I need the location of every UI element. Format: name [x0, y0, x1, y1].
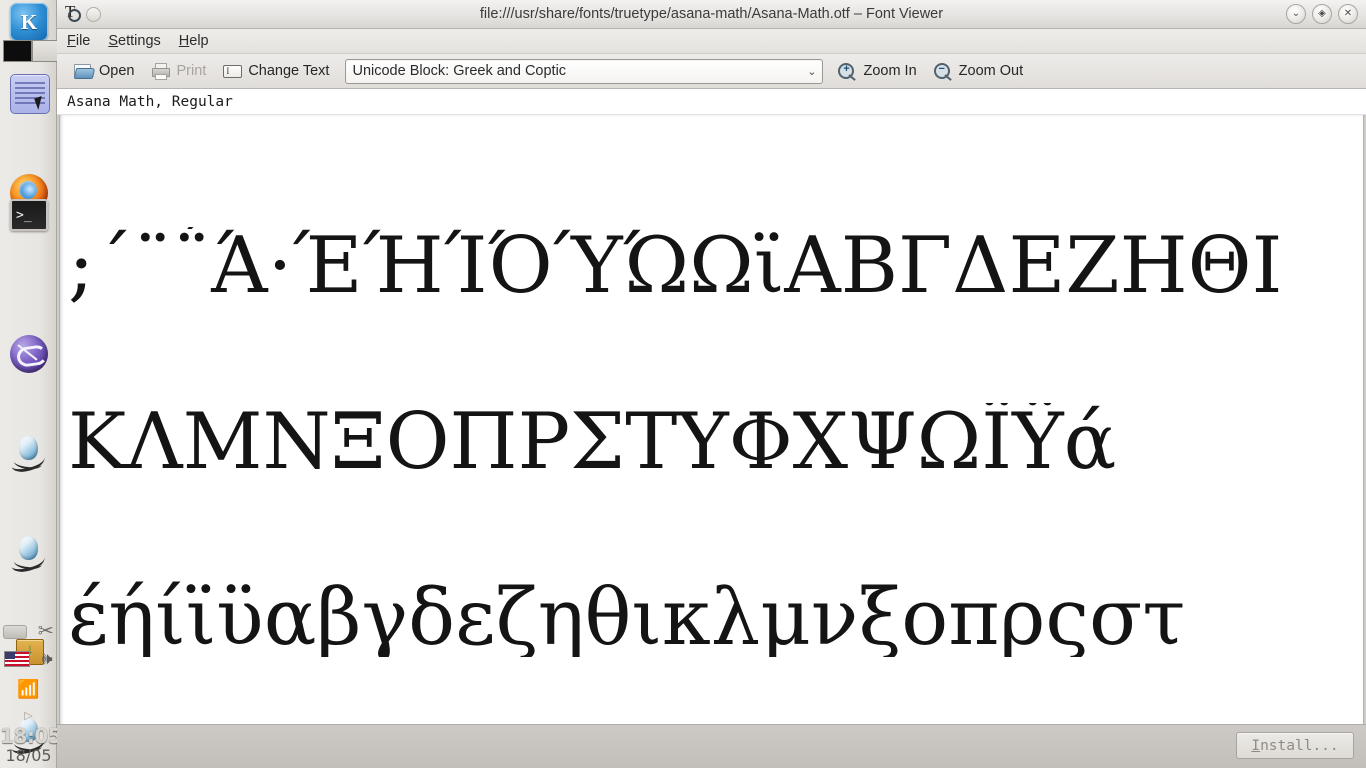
minimize-button[interactable]: ⌄ — [1286, 4, 1306, 24]
menu-settings-rest: ettings — [118, 33, 161, 49]
tray-expand-row[interactable]: ▷ — [0, 706, 57, 724]
menu-file[interactable]: File — [67, 33, 90, 49]
pager-desktop-1[interactable] — [3, 40, 32, 62]
install-button-mnemonic: I — [1251, 737, 1261, 754]
print-button-label: Print — [176, 63, 207, 79]
kde-dock-panel[interactable]: K >_ T — [0, 0, 62, 768]
qt-designer-icon[interactable] — [9, 534, 48, 574]
menubar[interactable]: File Settings Help — [57, 29, 1366, 54]
toolbar[interactable]: Open Print I Change Text Unicode Block: … — [57, 54, 1366, 89]
emacs-icon[interactable] — [10, 335, 48, 373]
wifi-icon[interactable]: 📶 — [17, 680, 39, 698]
expand-tray-icon[interactable]: ▷ — [24, 710, 32, 722]
change-text-button-label: Change Text — [248, 63, 330, 79]
qt-assistant-icon[interactable] — [9, 434, 48, 474]
window-controls[interactable]: ⌄ ◈ ✕ — [1286, 4, 1358, 24]
terminal-icon[interactable]: >_ — [10, 199, 48, 231]
printer-icon — [150, 62, 171, 80]
tray-input-row[interactable]: 🕪 — [0, 650, 57, 668]
change-text-button[interactable]: I Change Text — [214, 60, 337, 82]
text-field-icon: I — [222, 62, 243, 80]
zoom-in-button-label: Zoom In — [863, 63, 917, 79]
menu-settings-mnemonic: S — [108, 33, 119, 49]
scissors-icon[interactable]: ✂ — [38, 622, 54, 641]
font-viewer-window: T file:///usr/share/fonts/truetype/asana… — [57, 0, 1366, 768]
clock-date: 18/05 — [0, 748, 57, 766]
window-app-icon: T — [63, 3, 81, 23]
zoom-out-button-label: Zoom Out — [958, 63, 1024, 79]
glyph-preview-area[interactable]: ;´¨΅Ά·ΈΉΊΌΎΏΩϊΑΒΓΔΕΖΗΘΙ ΚΛΜΝΞΟΠΡΣΤΥΦΧΨΩΪ… — [59, 115, 1364, 748]
unicode-block-value: Unicode Block: Greek and Coptic — [352, 63, 567, 79]
window-icon-magnifier — [68, 9, 81, 22]
bottom-bar: Install... — [57, 724, 1366, 768]
install-button-label: nstall... — [1260, 737, 1339, 754]
menu-file-rest: ile — [75, 33, 91, 49]
clock-date-label: 18/05 — [5, 746, 52, 765]
tray-wifi-row[interactable]: 📶 — [0, 680, 57, 698]
font-name-label: Asana Math, Regular — [57, 89, 1366, 115]
speaker-icon[interactable]: 🕪 — [42, 650, 53, 667]
pager-desktop-2[interactable] — [32, 40, 58, 62]
menu-file-mnemonic: F — [67, 33, 76, 49]
install-button[interactable]: Install... — [1236, 732, 1354, 759]
chevron-down-icon[interactable]: ⌄ — [807, 65, 816, 78]
glyph-row: ;´¨΅Ά·ΈΉΊΌΎΏΩϊΑΒΓΔΕΖΗΘΙ — [68, 227, 1283, 305]
print-button[interactable]: Print — [142, 60, 214, 82]
close-button[interactable]: ✕ — [1338, 4, 1358, 24]
menu-help-mnemonic: H — [178, 33, 190, 49]
us-keyboard-layout-icon[interactable] — [4, 650, 31, 667]
window-title: file:///usr/share/fonts/truetype/asana-m… — [479, 6, 944, 22]
tray-clipboard-row[interactable]: ✂ — [0, 622, 57, 641]
glyph-row: έήίϊϋαβγδεζηθικλμνξοπρςστ — [68, 579, 1186, 657]
open-folder-icon — [73, 62, 96, 80]
menu-help-rest: elp — [189, 33, 209, 49]
clock-time: 18:05 — [0, 726, 62, 748]
zoom-in-button[interactable]: + Zoom In — [829, 60, 924, 82]
titlebar[interactable]: T file:///usr/share/fonts/truetype/asana… — [57, 0, 1366, 29]
zoom-in-icon: + — [837, 62, 857, 81]
glyph-row: ΚΛΜΝΞΟΠΡΣΤΥΦΧΨΩΪΫά — [68, 403, 1117, 481]
clock-time-label: 18:05 — [0, 724, 62, 748]
window-selector-icon[interactable] — [10, 74, 50, 114]
open-button[interactable]: Open — [65, 60, 142, 82]
maximize-button[interactable]: ◈ — [1312, 4, 1332, 24]
zoom-out-icon: − — [933, 62, 953, 81]
kde-launcher-icon[interactable]: K — [10, 3, 48, 41]
unicode-block-select[interactable]: Unicode Block: Greek and Coptic ⌄ — [345, 58, 824, 84]
open-button-label: Open — [99, 63, 135, 79]
zoom-out-button[interactable]: − Zoom Out — [925, 60, 1031, 82]
desktop-screen: K >_ T — [0, 0, 1366, 768]
menu-help[interactable]: Help — [179, 33, 209, 49]
clipboard-icon[interactable] — [3, 624, 28, 639]
titlebar-dot-icon — [86, 6, 101, 22]
menu-settings[interactable]: Settings — [108, 33, 160, 49]
